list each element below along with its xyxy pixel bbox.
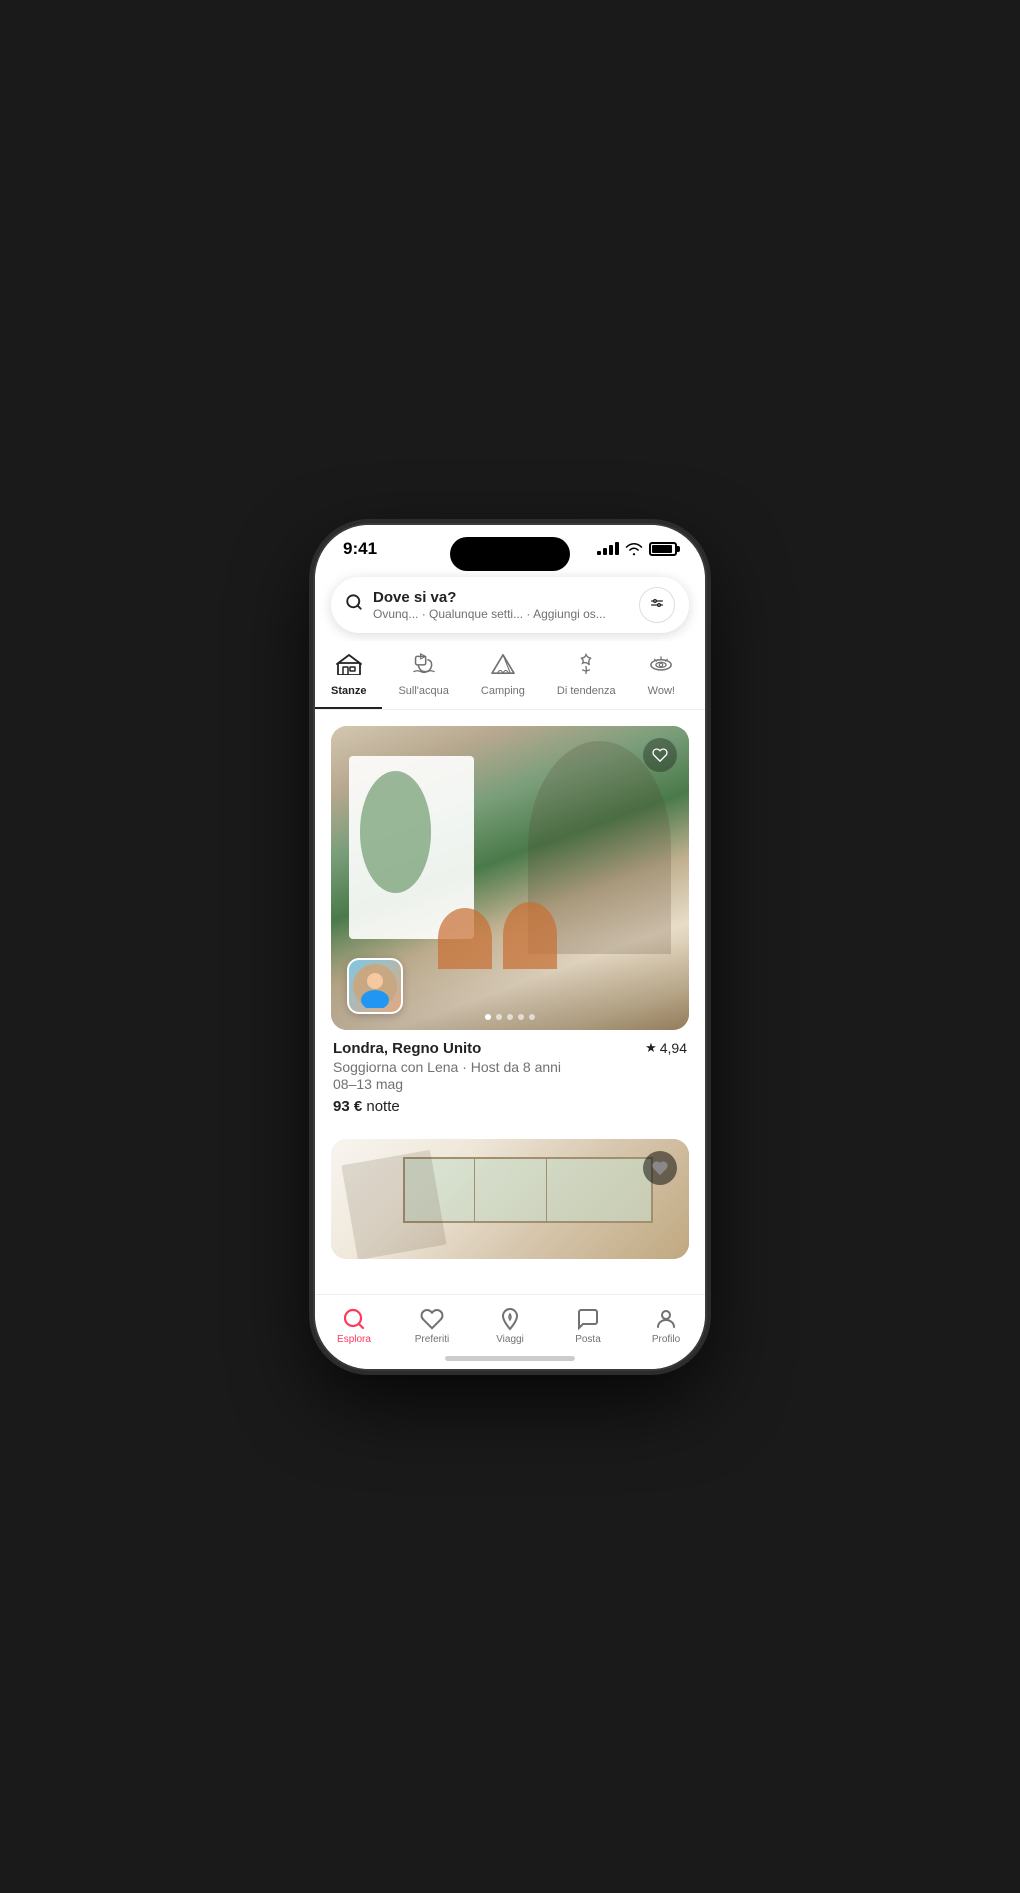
- tab-camping-label: Camping: [481, 685, 525, 697]
- nav-posta-label: Posta: [575, 1334, 601, 1345]
- tab-stanze-label: Stanze: [331, 685, 366, 697]
- listing-card-2[interactable]: [331, 1139, 689, 1259]
- person-nav-icon: [654, 1307, 678, 1331]
- listing-price-1: 93 € notte: [333, 1098, 687, 1115]
- signal-icon: [597, 542, 619, 555]
- listing-info-1: Londra, Regno Unito ★ 4,94 Soggiorna con…: [331, 1030, 689, 1115]
- heart-nav-icon: [420, 1307, 444, 1331]
- nav-esplora[interactable]: Esplora: [315, 1303, 393, 1349]
- wifi-icon: [625, 542, 643, 556]
- tab-ditendenza[interactable]: Di tendenza: [541, 645, 632, 709]
- search-nav-icon: [342, 1307, 366, 1331]
- sullacqua-icon: [411, 653, 437, 681]
- chat-nav-icon: [576, 1307, 600, 1331]
- camping-icon: [490, 653, 516, 681]
- nav-esplora-label: Esplora: [337, 1334, 371, 1345]
- phone-screen: 9:41: [315, 525, 705, 1369]
- nav-preferiti[interactable]: Preferiti: [393, 1303, 471, 1349]
- listing-host-1: Soggiorna con Lena · Host da 8 anni: [333, 1059, 687, 1075]
- battery-icon: [649, 542, 677, 556]
- nav-preferiti-label: Preferiti: [415, 1334, 449, 1345]
- image-dots-1: [485, 1014, 535, 1020]
- filter-button[interactable]: [639, 587, 675, 623]
- dynamic-island: [450, 537, 570, 571]
- listing-dates-1: 08–13 mag: [333, 1076, 687, 1092]
- host-avatar-1: [347, 958, 403, 1014]
- airbnb-nav-icon: [498, 1307, 522, 1331]
- tab-wow[interactable]: Wow!: [632, 645, 691, 709]
- heart-filled-icon: [652, 1160, 668, 1176]
- tab-ditendenza-label: Di tendenza: [557, 685, 616, 697]
- status-icons: [597, 542, 677, 556]
- search-subtitle: Ovunq... · Qualunque setti... · Aggiungi…: [373, 607, 629, 621]
- search-title: Dove si va?: [373, 589, 629, 606]
- main-content[interactable]: Dove si va? Ovunq... · Qualunque setti..…: [315, 567, 705, 1294]
- nav-posta[interactable]: Posta: [549, 1303, 627, 1349]
- home-indicator: [445, 1356, 575, 1361]
- listing-image-2: [331, 1139, 689, 1259]
- stanze-icon: [336, 653, 362, 681]
- nav-viaggi-label: Viaggi: [496, 1334, 524, 1345]
- tab-wow-label: Wow!: [648, 685, 675, 697]
- tab-sullacqua[interactable]: Sull'acqua: [382, 645, 464, 709]
- listing-card-1[interactable]: Londra, Regno Unito ★ 4,94 Soggiorna con…: [331, 726, 689, 1115]
- star-icon: ★: [645, 1040, 657, 1056]
- listing-location-1: Londra, Regno Unito: [333, 1040, 481, 1057]
- heart-icon: [652, 747, 668, 763]
- nav-profilo-label: Profilo: [652, 1334, 680, 1345]
- listing-image-1: [331, 726, 689, 1030]
- status-time: 9:41: [343, 539, 377, 559]
- nav-profilo[interactable]: Profilo: [627, 1303, 705, 1349]
- rating-value-1: 4,94: [660, 1040, 687, 1056]
- search-text: Dove si va? Ovunq... · Qualunque setti..…: [373, 589, 629, 621]
- nav-viaggi[interactable]: Viaggi: [471, 1303, 549, 1349]
- wow-icon: [648, 653, 674, 681]
- search-icon: [345, 593, 363, 616]
- category-tabs: Stanze Sull'acqua: [315, 641, 705, 710]
- tab-camping[interactable]: Camping: [465, 645, 541, 709]
- tab-stanze[interactable]: Stanze: [315, 645, 382, 709]
- tab-sullacqua-label: Sull'acqua: [398, 685, 448, 697]
- phone-frame: 9:41: [315, 525, 705, 1369]
- search-bar-container: Dove si va? Ovunq... · Qualunque setti..…: [315, 567, 705, 641]
- listing-rating-1: ★ 4,94: [645, 1040, 687, 1056]
- search-bar[interactable]: Dove si va? Ovunq... · Qualunque setti..…: [331, 577, 689, 633]
- listings-container: Londra, Regno Unito ★ 4,94 Soggiorna con…: [315, 710, 705, 1275]
- wishlist-button-1[interactable]: [643, 738, 677, 772]
- wishlist-button-2[interactable]: [643, 1151, 677, 1185]
- ditendenza-icon: [573, 653, 599, 681]
